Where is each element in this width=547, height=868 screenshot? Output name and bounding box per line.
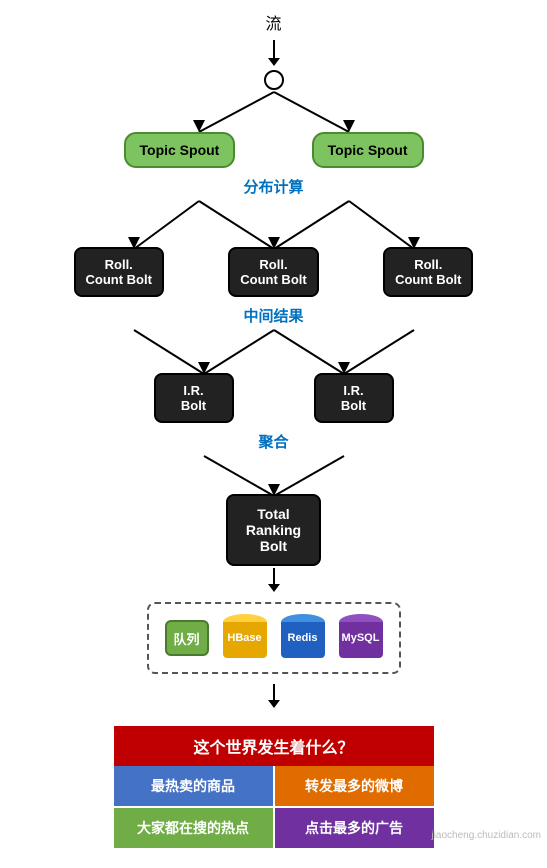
bolt-ir-1: I.R.Bolt — [154, 373, 234, 423]
result-table: 这个世界发生着什么？ 最热卖的商品 转发最多的微博 大家都在搜的热点 点击最多的… — [114, 726, 434, 848]
label-aggregate: 聚合 — [258, 431, 288, 452]
spout-right: Topic Spout — [312, 132, 424, 168]
redis-label: Redis — [288, 632, 318, 644]
result-cell-4: 点击最多的广告 — [275, 808, 434, 848]
bolt-ir-2: I.R.Bolt — [314, 373, 394, 423]
arrow-flow-to-circle — [268, 40, 280, 66]
mysql-cylinder: MySQL — [339, 614, 383, 662]
queue-icon: 队列 — [165, 620, 209, 656]
circle-node — [264, 70, 284, 90]
arrow-to-result — [268, 684, 280, 708]
arrow-to-storage — [268, 568, 280, 592]
storage-hbase: HBase — [223, 614, 267, 662]
hbase-cylinder: HBase — [223, 614, 267, 662]
result-cell-2: 转发最多的微博 — [275, 766, 434, 806]
storage-box: 队列 HBase Redis MySQL — [147, 602, 401, 674]
storage-queue: 队列 — [165, 620, 209, 656]
result-cell-1: 最热卖的商品 — [114, 766, 273, 806]
bolt-roll-count-2: Roll.Count Bolt — [228, 247, 318, 297]
flow-label: 流 — [265, 10, 281, 34]
roll-count-row: Roll.Count Bolt Roll.Count Bolt Roll.Cou… — [64, 247, 484, 297]
redis-cylinder: Redis — [281, 614, 325, 662]
watermark: jiaocheng.chuzidian.com — [431, 830, 541, 841]
label-distributed: 分布计算 — [243, 176, 303, 197]
label-intermediate: 中间结果 — [243, 305, 303, 326]
spout-row: Topic Spout Topic Spout — [124, 132, 424, 168]
bolt-roll-count-3: Roll.Count Bolt — [383, 247, 473, 297]
mysql-label: MySQL — [342, 632, 380, 644]
result-cell-3: 大家都在搜的热点 — [114, 808, 273, 848]
spout-left: Topic Spout — [124, 132, 236, 168]
hbase-label: HBase — [227, 632, 261, 644]
queue-label: 队列 — [173, 629, 199, 648]
diagram: 流 Topic Spout Topic Spout 分布计算 — [0, 10, 547, 848]
storage-redis: Redis — [281, 614, 325, 662]
ir-bolt-row: I.R.Bolt I.R.Bolt — [64, 373, 484, 423]
result-cells: 最热卖的商品 转发最多的微博 大家都在搜的热点 点击最多的广告 — [114, 766, 434, 848]
storage-mysql: MySQL — [339, 614, 383, 662]
bolt-roll-count-1: Roll.Count Bolt — [74, 247, 164, 297]
result-header: 这个世界发生着什么？ — [114, 726, 434, 766]
bolt-total-ranking: TotalRankingBolt — [226, 494, 321, 566]
